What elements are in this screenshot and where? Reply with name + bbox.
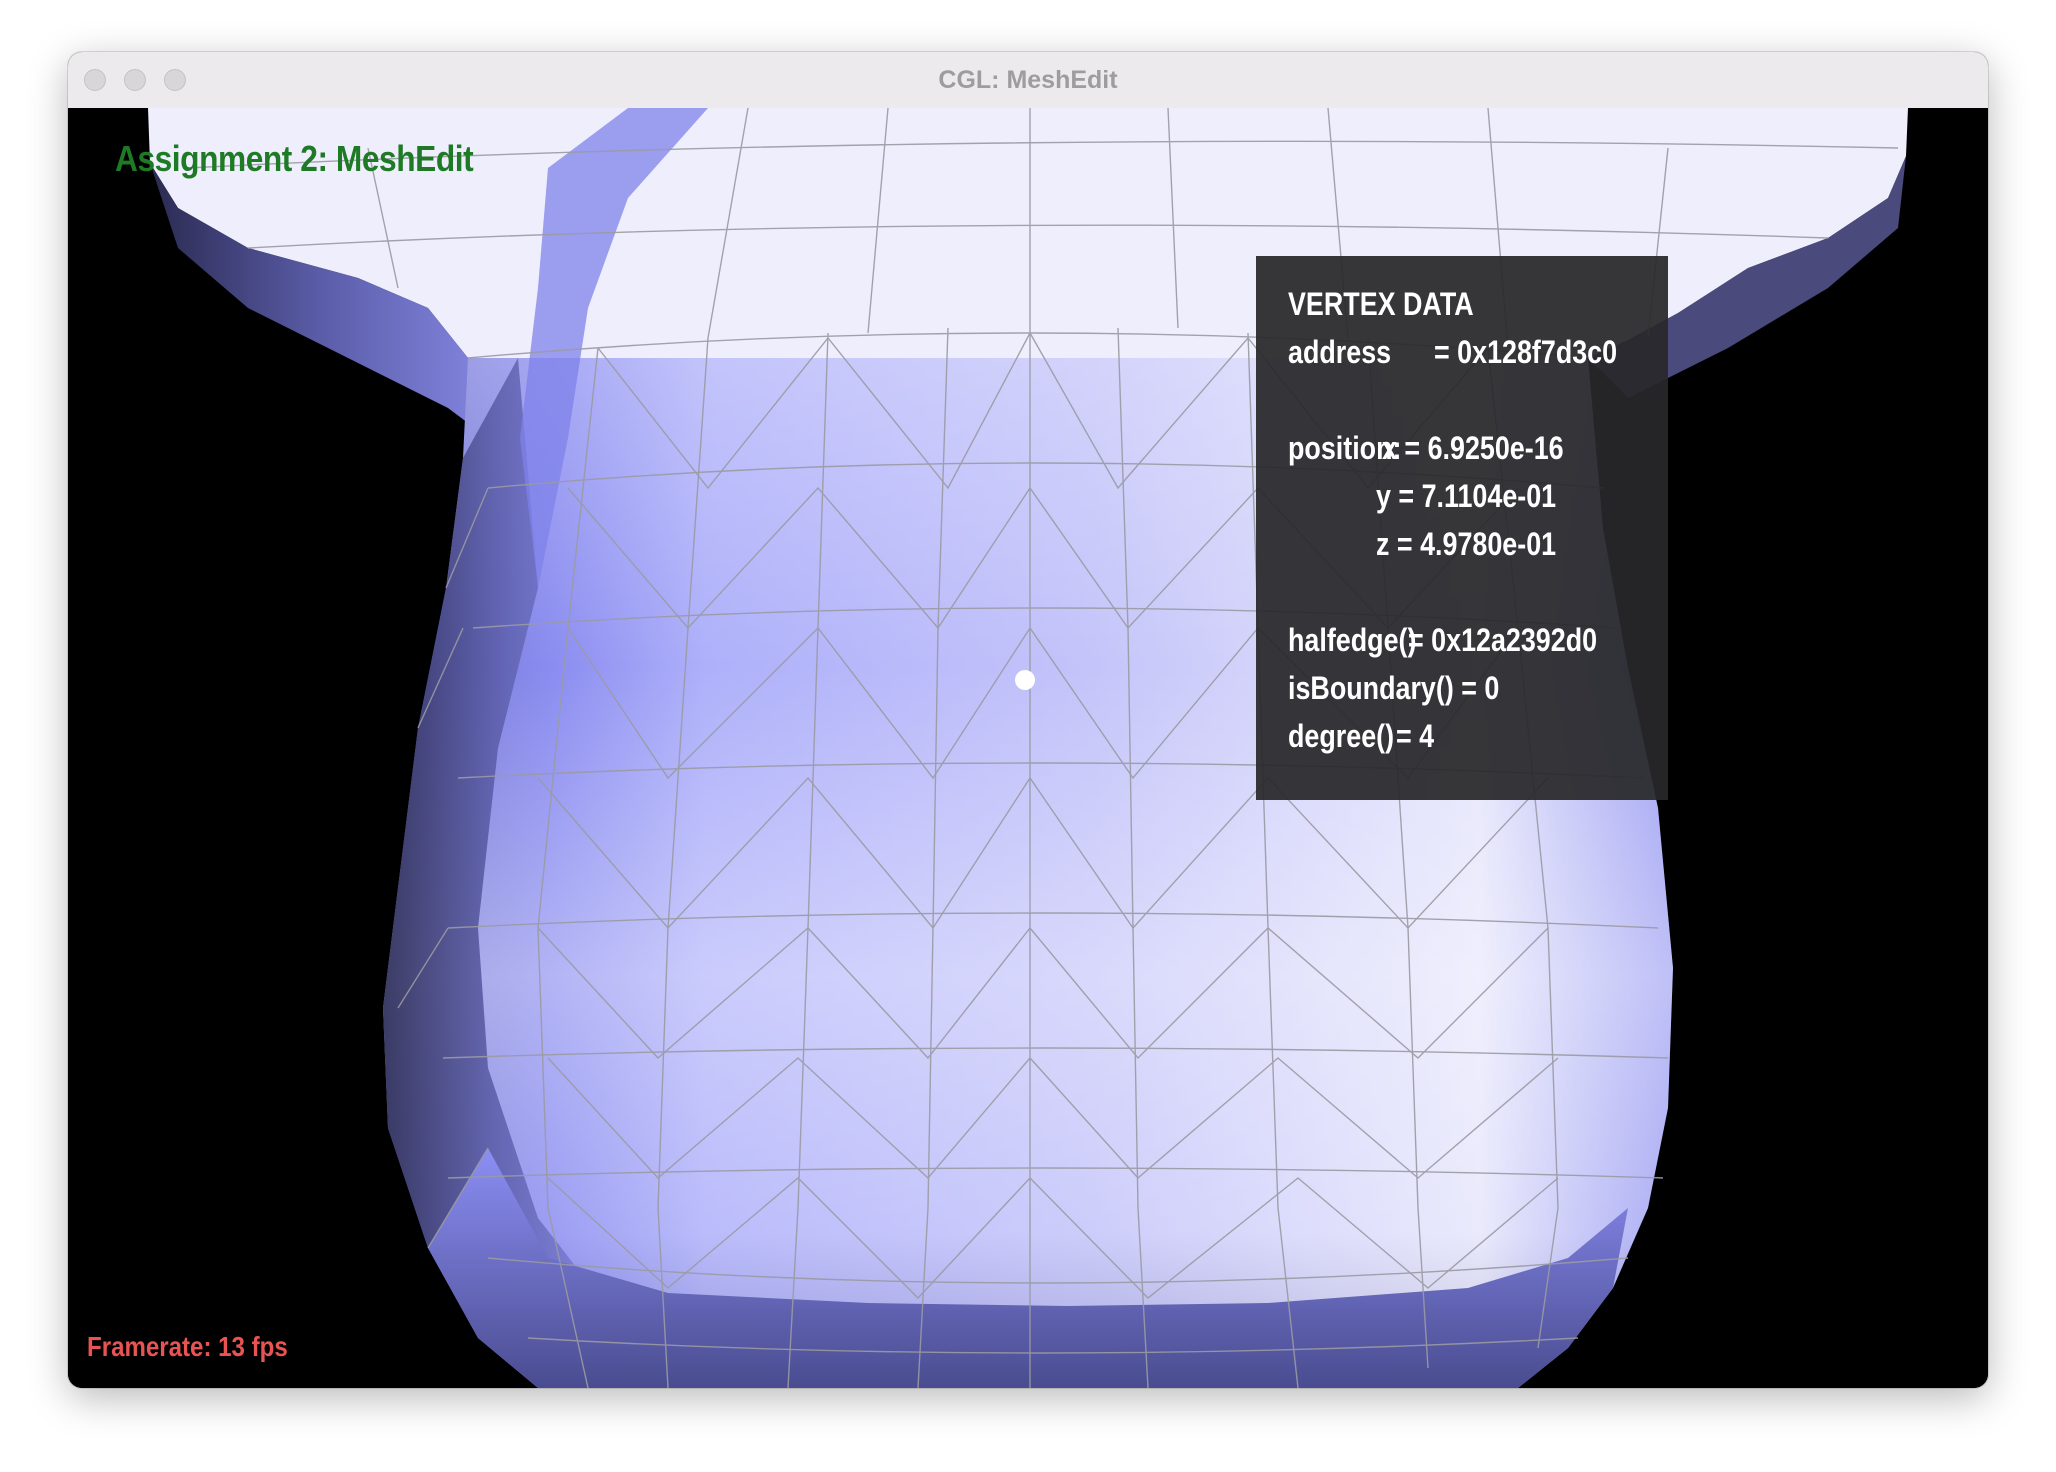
vertex-data-panel: VERTEX DATA address = 0x128f7d3c0 positi… [1256,256,1668,800]
address-label: address [1288,334,1392,370]
panel-heading: VERTEX DATA [1288,286,1474,322]
app-title: Assignment 2: MeshEdit [115,138,474,179]
halfedge-value: = 0x12a2392d0 [1408,622,1598,658]
mesh-render[interactable] [68,108,1988,1388]
window-title: CGL: MeshEdit [938,66,1118,94]
halfedge-label: halfedge() [1288,622,1417,658]
isboundary-readout: isBoundary() = 0 [1288,670,1500,706]
position-y: y = 7.1104e-01 [1376,478,1557,514]
mesh-viewport[interactable]: Assignment 2: MeshEdit VERTEX DATA addre… [68,108,1988,1388]
title-bar[interactable]: CGL: MeshEdit [68,52,1988,109]
app-window: CGL: MeshEdit Assignment 2: MeshEdit VER… [68,52,1988,1388]
selected-vertex-marker[interactable] [1015,670,1035,690]
position-z: z = 4.9780e-01 [1376,526,1557,562]
degree-label: degree() [1288,718,1395,754]
framerate-readout: Framerate: 13 fps [87,1331,288,1362]
degree-value: = 4 [1396,718,1435,754]
address-value: = 0x128f7d3c0 [1434,334,1618,370]
position-x: x = 6.9250e-16 [1382,430,1564,466]
